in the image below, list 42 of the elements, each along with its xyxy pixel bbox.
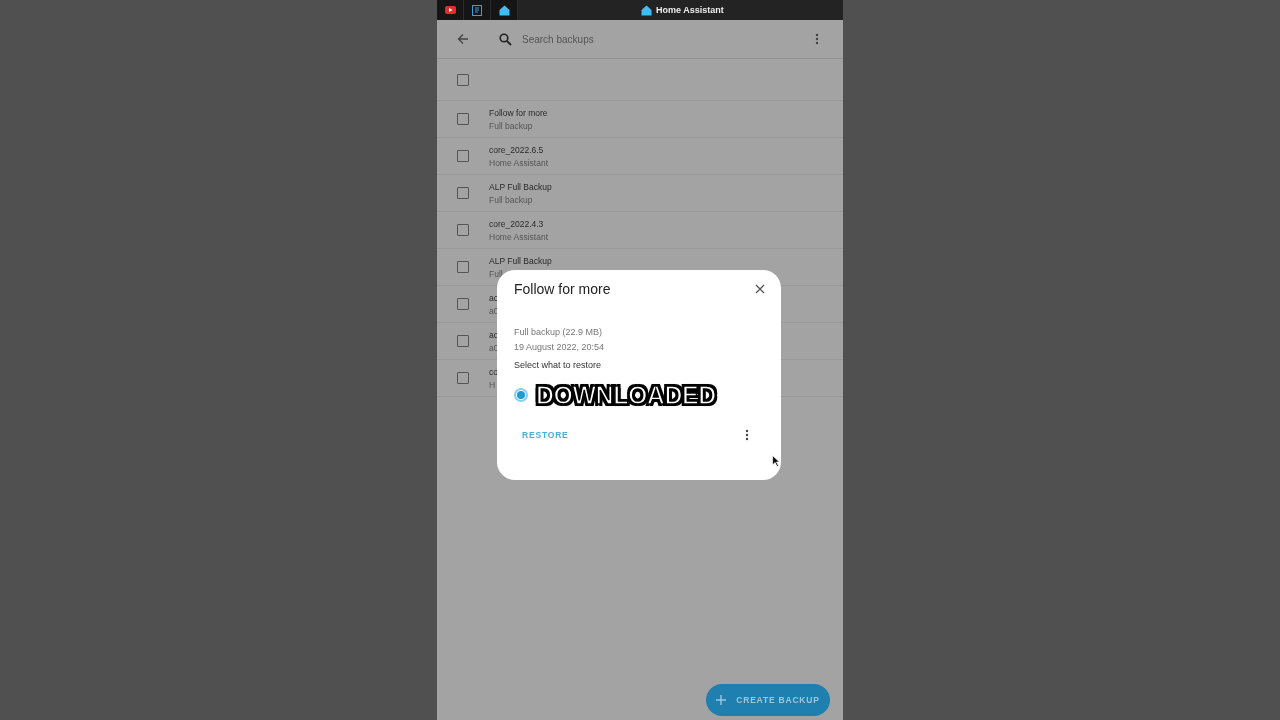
more-icon[interactable] [815,33,819,45]
search-field[interactable]: Search backups [520,32,807,46]
book-icon[interactable] [472,4,482,16]
checkbox[interactable] [457,335,469,347]
close-icon[interactable] [755,284,765,294]
home-icon [641,4,652,16]
backup-type: H [489,379,497,390]
checkbox[interactable] [457,224,469,236]
backup-type: Full [489,268,504,279]
backup-type: Full backup [489,194,534,205]
backup-detail: Full backup (22.9 MB) [514,326,604,339]
more-icon[interactable] [745,429,749,441]
checkbox[interactable] [457,113,469,125]
create-backup-button[interactable]: CREATE BACKUP [706,684,830,716]
backup-name: ALP Full Backup [489,181,552,192]
restore-prompt: Select what to restore [514,360,603,370]
backup-type: Home Assistant [489,157,549,168]
checkbox[interactable] [457,73,469,86]
home-icon[interactable] [498,4,510,16]
back-arrow-icon[interactable] [457,33,469,45]
backup-name: Follow for more [489,107,548,118]
backup-detail: 19 August 2022, 20:54 [514,341,606,354]
radio-button[interactable] [514,388,528,402]
dialog-title: Follow for more [514,281,611,297]
search-icon [499,32,512,46]
backup-name: ac [489,329,499,340]
checkbox[interactable] [457,261,469,273]
checkbox[interactable] [457,150,469,162]
checkbox[interactable] [457,372,469,384]
caption-text: DOWNLOADED [536,380,716,410]
backup-name: core_2022.4.3 [489,218,545,229]
checkbox[interactable] [457,187,469,199]
checkbox[interactable] [457,298,469,310]
restore-button[interactable]: RESTORE [514,426,577,444]
backup-name: ac [489,292,499,303]
backup-type: Home Assistant [489,231,549,242]
plus-icon [716,695,727,705]
backup-name: core_2022.6.5 [489,144,545,155]
video-icon[interactable] [444,6,456,14]
backup-type: Full backup [489,120,534,131]
backup-name: ALP Full Backup [489,255,552,266]
window-title: Home Assistant [656,5,724,15]
